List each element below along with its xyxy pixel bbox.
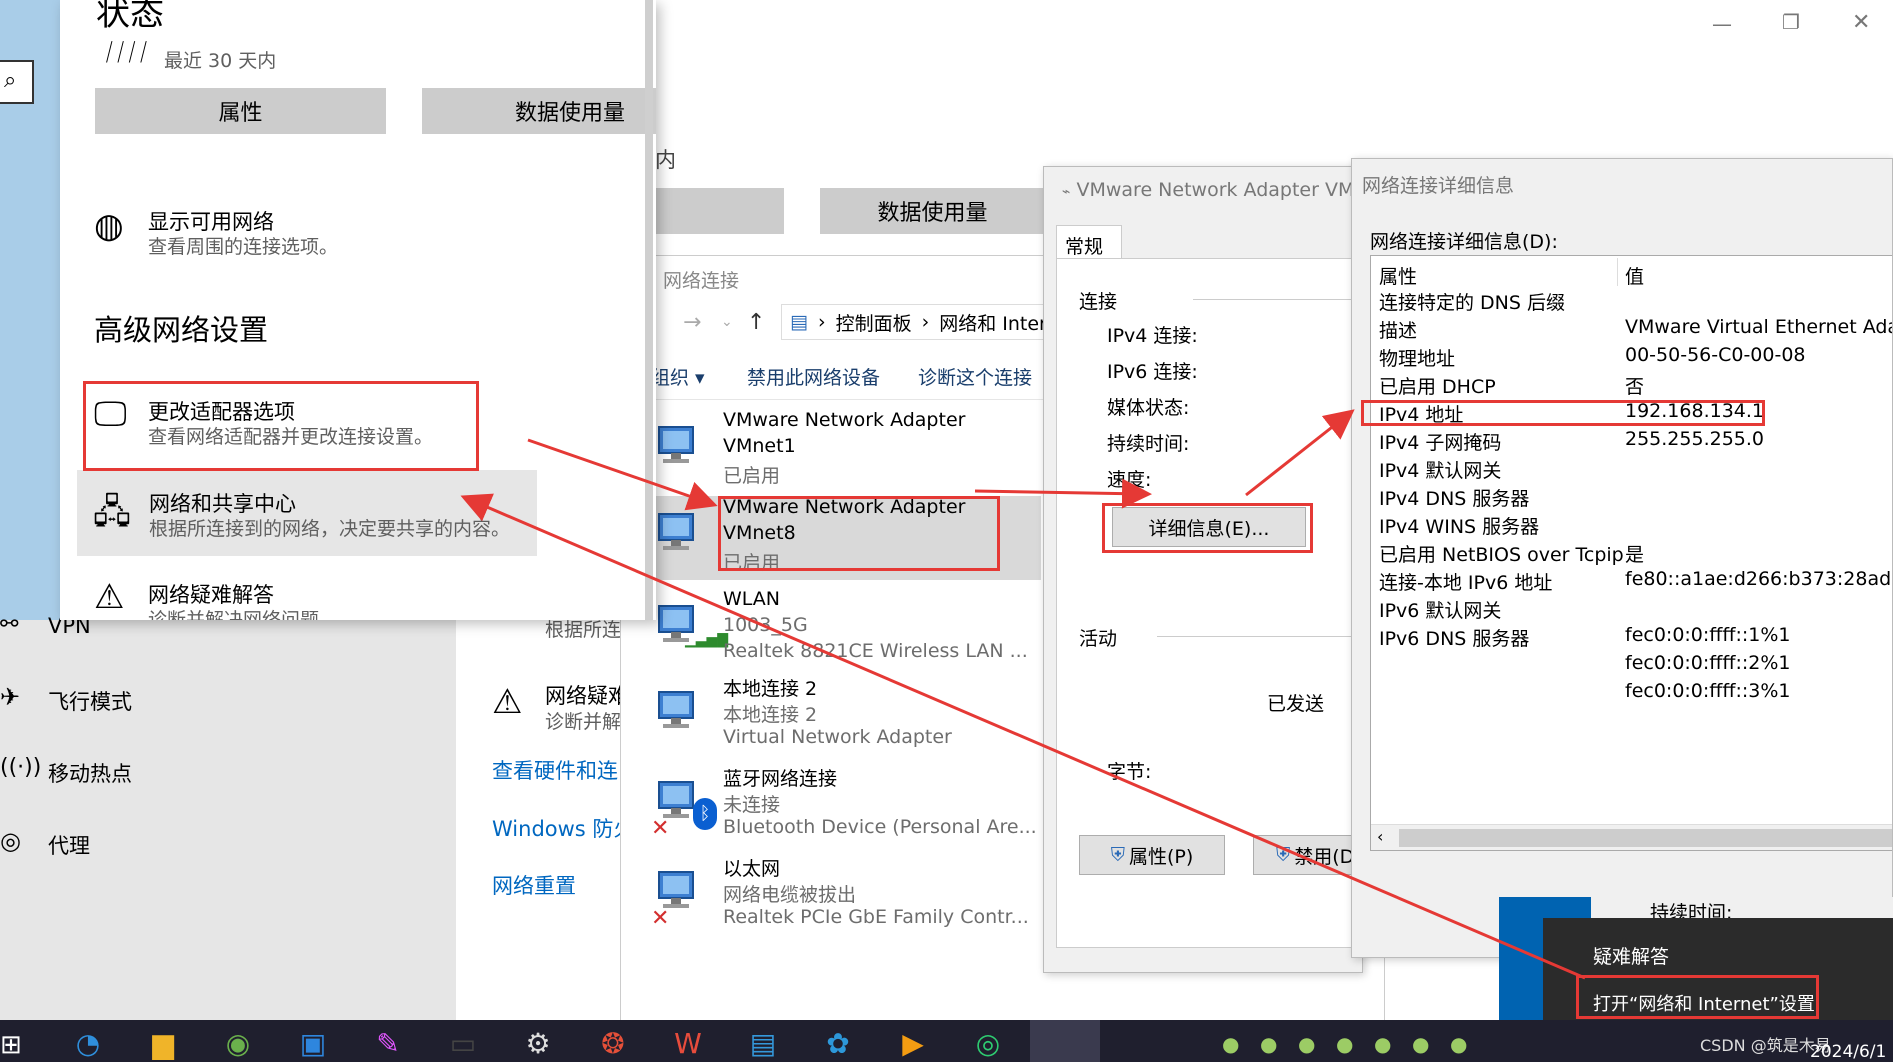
arrow-to-sharing-center [460,493,1586,980]
arrow-to-details [974,478,1152,509]
annotation-arrows [460,409,1586,980]
arrow-to-vmnet8 [527,438,718,511]
arrow-to-ipv4 [1245,409,1355,497]
